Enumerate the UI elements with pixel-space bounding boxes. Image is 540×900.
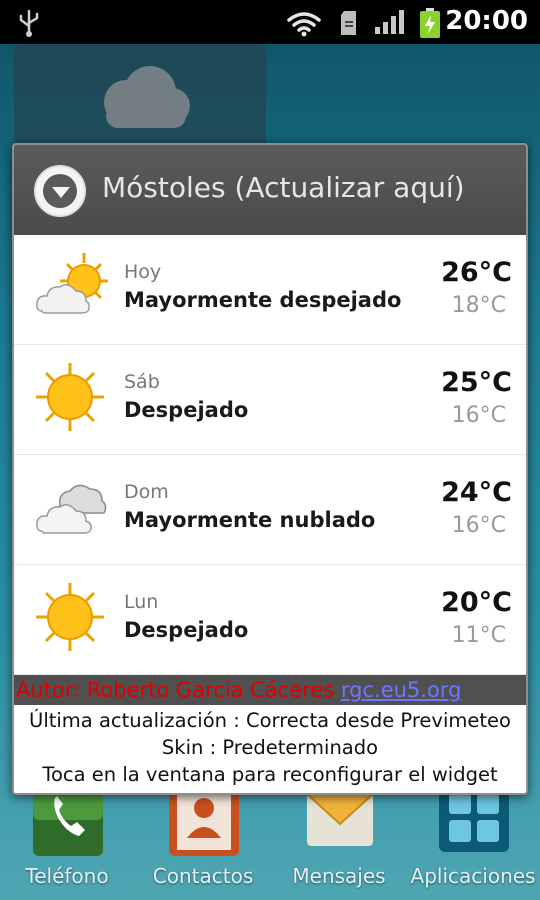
weather-popup[interactable]: Móstoles (Actualizar aquí) Hoy Mayorment… <box>12 143 528 795</box>
dock-label-phone: Teléfono <box>25 864 109 888</box>
dock-phone[interactable]: Teléfono <box>2 780 132 900</box>
dropdown-arrow-icon[interactable] <box>34 165 86 217</box>
status-bar: 20:00 <box>0 0 540 44</box>
forecast-low: 11°C <box>451 623 506 648</box>
forecast-row[interactable]: Lun Despejado 20°C 11°C <box>14 565 526 675</box>
author-bar: Autor: Roberto García Cáceres rgc.eu5.or… <box>14 675 526 705</box>
forecast-day: Hoy <box>124 261 162 283</box>
signal-icon <box>375 10 404 34</box>
reconfigure-hint: Toca en la ventana para reconfigurar el … <box>42 763 498 786</box>
location-title[interactable]: Móstoles (Actualizar aquí) <box>102 171 465 204</box>
battery-charging-icon <box>420 8 440 38</box>
forecast-high: 20°C <box>441 587 512 618</box>
dock-label-apps: Aplicaciones <box>410 864 536 888</box>
partly-cloudy-icon <box>36 253 108 314</box>
author-credit: Autor: Roberto García Cáceres <box>16 678 335 702</box>
usb-icon <box>19 9 39 37</box>
author-link[interactable]: rgc.eu5.org <box>341 678 462 702</box>
cloudy-icon <box>36 484 107 534</box>
forecast-condition: Mayormente despejado <box>124 288 402 312</box>
dock-messages[interactable]: Mensajes <box>274 780 404 900</box>
status-time: 20:00 <box>445 6 528 36</box>
dock-label-contacts: Contactos <box>152 864 254 888</box>
sunny-icon <box>36 363 104 431</box>
last-update-text: Última actualización : Correcta desde Pr… <box>29 709 511 732</box>
popup-header[interactable]: Móstoles (Actualizar aquí) <box>14 145 526 235</box>
forecast-condition: Mayormente nublado <box>124 508 376 532</box>
forecast-low: 16°C <box>451 403 506 428</box>
wifi-icon <box>287 12 321 37</box>
forecast-low: 18°C <box>451 293 506 318</box>
forecast-low: 16°C <box>451 513 506 538</box>
forecast-high: 24°C <box>441 477 512 508</box>
dock-contacts[interactable]: Contactos <box>138 780 268 900</box>
sunny-icon <box>36 583 104 651</box>
forecast-row[interactable]: Dom Mayormente nublado 24°C 16°C <box>14 455 526 565</box>
dock-apps[interactable]: Aplicaciones <box>408 780 538 900</box>
forecast-day: Lun <box>124 591 159 613</box>
forecast-high: 25°C <box>441 367 512 398</box>
forecast-high: 26°C <box>441 257 512 288</box>
forecast-day: Sáb <box>124 371 160 393</box>
forecast-day: Dom <box>124 481 169 503</box>
forecast-condition: Despejado <box>124 618 249 642</box>
forecast-condition: Despejado <box>124 398 249 422</box>
skin-text: Skin : Predeterminado <box>161 736 379 759</box>
forecast-row[interactable]: Sáb Despejado 25°C 16°C <box>14 345 526 455</box>
forecast-row[interactable]: Hoy Mayormente despejado 26°C 18°C <box>14 235 526 345</box>
widget-info[interactable]: Última actualización : Correcta desde Pr… <box>14 707 526 788</box>
dock-label-messages: Mensajes <box>292 864 386 888</box>
sd-card-icon <box>341 11 356 35</box>
home-dock: Teléfono Contactos Mensajes Aplicaciones <box>0 780 540 900</box>
background-cloud-icon <box>104 66 190 128</box>
